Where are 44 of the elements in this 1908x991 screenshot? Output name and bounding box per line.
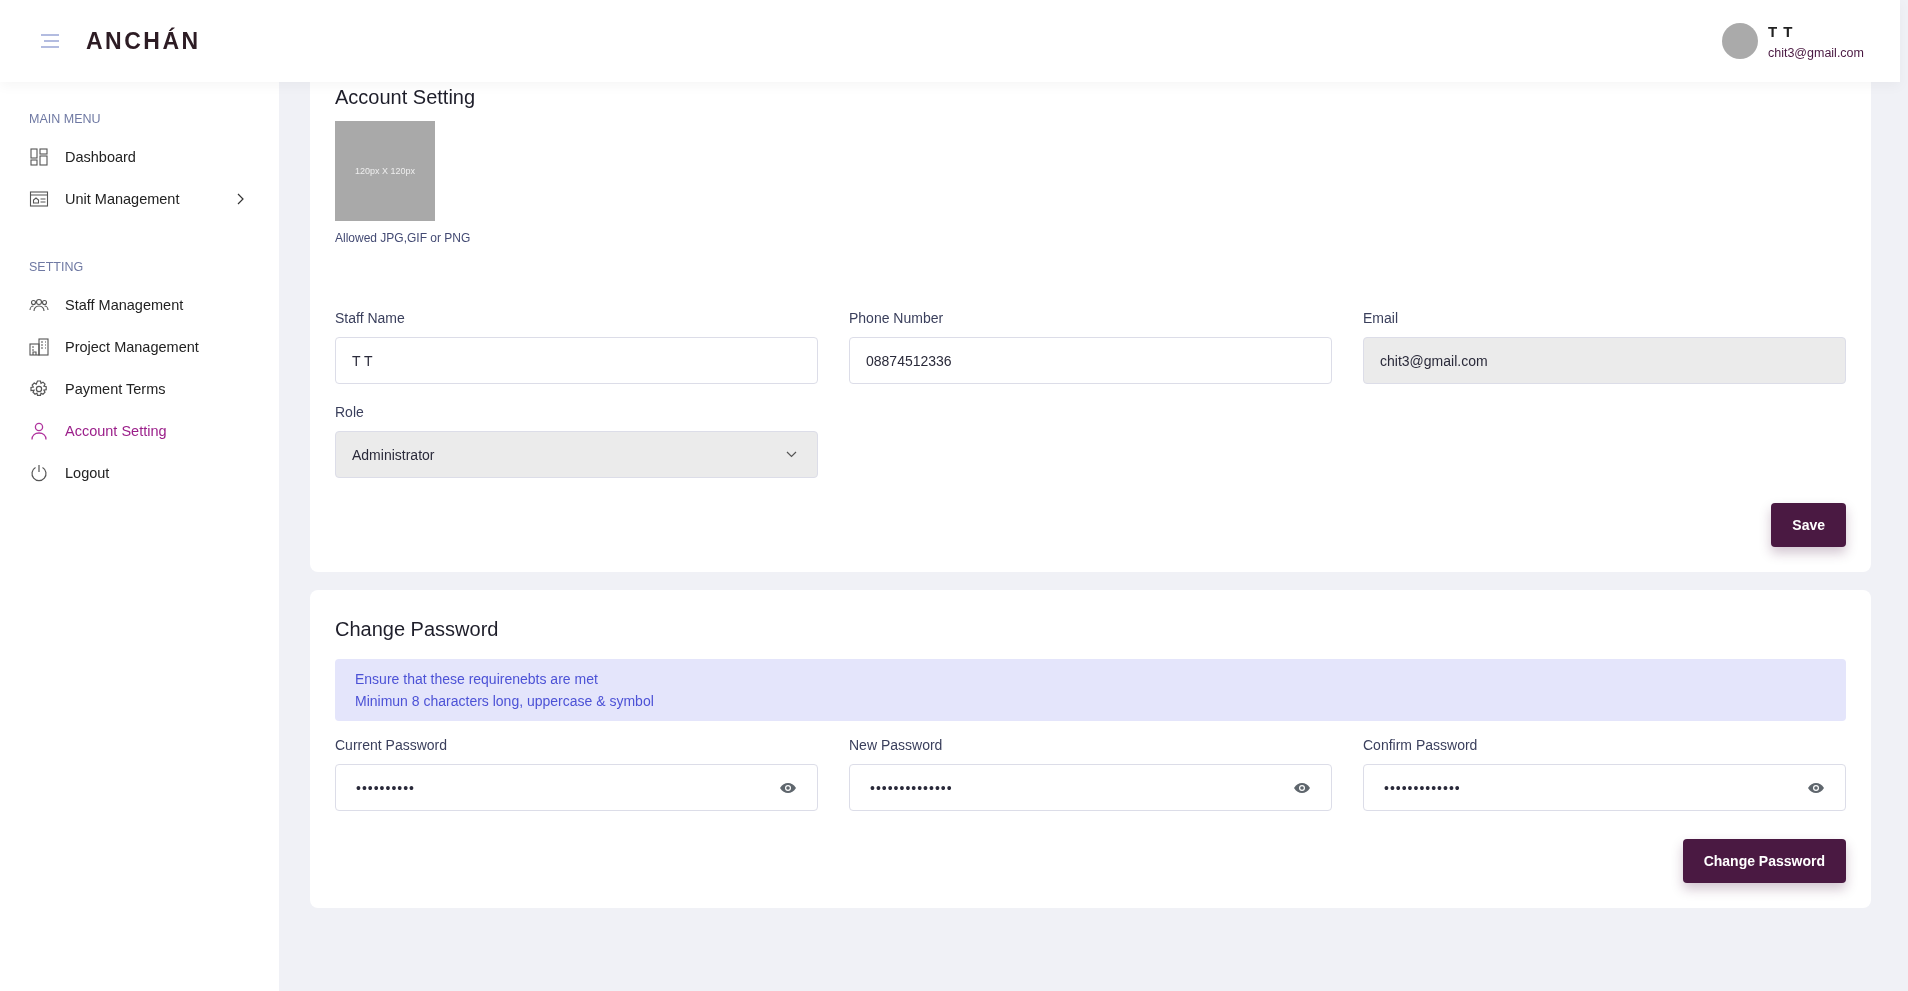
building-icon [29, 338, 49, 356]
password-field[interactable]: •••••••••• [335, 764, 818, 811]
chevron-icon [237, 193, 244, 205]
user-email: chit3@gmail.com [1767, 45, 1864, 60]
user-icon [29, 422, 49, 440]
window-icon [29, 191, 49, 207]
field-label: Email [1363, 310, 1399, 326]
field-label: Role [335, 404, 365, 420]
photo-size-text: 120px X 120px [354, 166, 415, 176]
photo-hint: Allowed JPG,GIF or PNG [335, 231, 472, 245]
save-button[interactable]: Save [1771, 503, 1846, 547]
grid-icon [29, 148, 49, 166]
logo: ANCHÁN [86, 27, 201, 55]
notice-text: Ensure that these requirenebts are met [355, 671, 599, 687]
notice-text: Minimun 8 characters long, uppercase & symbol [355, 693, 655, 709]
sidebar-item[interactable]: Project Management [29, 326, 249, 368]
settings-icon [29, 380, 49, 398]
change-password-button[interactable]: Change Password [1682, 839, 1846, 883]
user-name: T T [1767, 22, 1795, 40]
field-label: Phone Number [849, 310, 945, 326]
caret-icon [786, 451, 797, 458]
eye-icon[interactable] [1807, 781, 1825, 794]
sidebar-item[interactable]: Payment Terms [29, 368, 249, 410]
password-field[interactable]: •••••••••••••• [849, 764, 1332, 811]
eye-icon[interactable] [1293, 781, 1311, 794]
section-title: SETTING [29, 260, 85, 274]
section-title: MAIN MENU [29, 112, 102, 126]
password-field[interactable]: ••••••••••••• [1363, 764, 1846, 811]
field-label: New Password [849, 737, 944, 753]
card-title: Change Password [335, 617, 500, 641]
sidebar-item[interactable]: Unit Management [29, 178, 249, 220]
people-icon [29, 298, 49, 312]
sidebar-item[interactable]: Staff Management [29, 284, 249, 326]
eye-icon[interactable] [779, 781, 797, 794]
power-icon [29, 464, 49, 482]
input-field[interactable]: 08874512336 [849, 337, 1332, 384]
sidebar-item[interactable]: Logout [29, 452, 249, 494]
card-title: Account Setting [335, 85, 477, 109]
sidebar-item[interactable]: Dashboard [29, 136, 249, 178]
field-label: Staff Name [335, 310, 406, 326]
field-label: Confirm Password [1363, 737, 1479, 753]
sidebar-item[interactable]: Account Setting [29, 410, 249, 452]
input-field[interactable]: T T [335, 337, 818, 384]
field-label: Current Password [335, 737, 449, 753]
